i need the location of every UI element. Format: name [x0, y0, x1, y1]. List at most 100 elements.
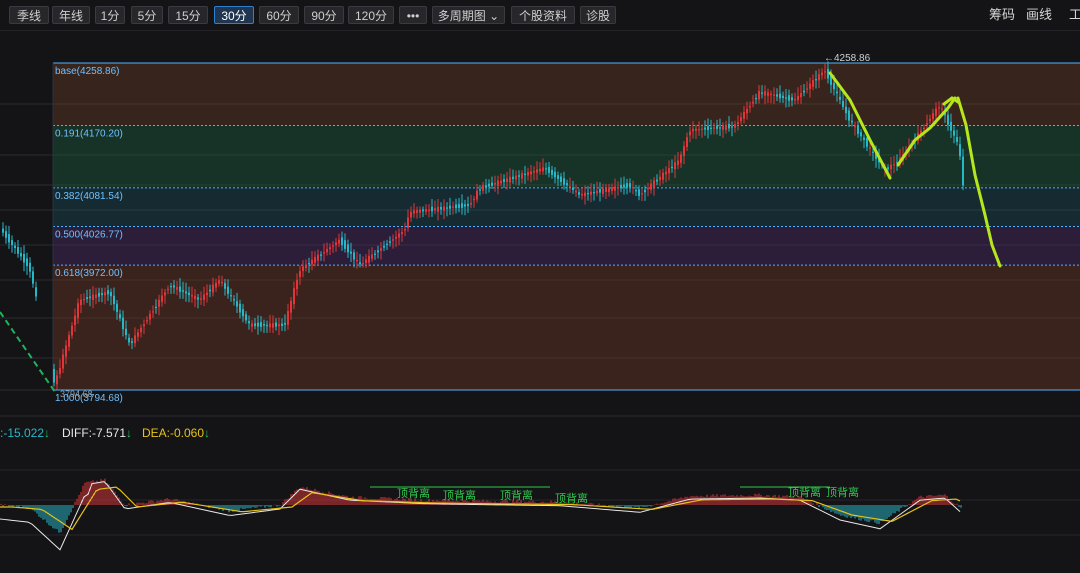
candle-body	[785, 97, 787, 99]
candle-body	[584, 192, 586, 197]
down-arrow-icon: ↓	[44, 426, 51, 440]
candle-body	[530, 171, 532, 175]
candle-body	[248, 321, 250, 324]
high-price-marker: ←4258.86	[824, 53, 871, 64]
candle-body	[473, 198, 475, 201]
candle-body	[98, 292, 100, 297]
candle-body	[506, 178, 508, 183]
candle-body	[797, 95, 799, 101]
candle-body	[593, 192, 595, 194]
candle-body	[404, 229, 406, 231]
candle-body	[359, 262, 361, 265]
candle-body	[443, 206, 445, 211]
candle-body	[635, 190, 637, 192]
candle-body	[824, 71, 826, 73]
candle-body	[215, 282, 217, 288]
down-arrow-icon: ↓	[204, 426, 211, 440]
trend-line-dashed	[0, 311, 56, 393]
candle-body	[809, 83, 811, 89]
candle-body	[821, 72, 823, 76]
candle-body	[554, 171, 556, 178]
candle-body	[254, 323, 256, 327]
candle-body	[656, 179, 658, 182]
candle-body	[185, 291, 187, 294]
candle-body	[773, 94, 775, 96]
candle-body	[860, 132, 862, 137]
candle-body	[383, 245, 385, 248]
candle-body	[818, 74, 820, 81]
candle-body	[83, 298, 85, 301]
candle-body	[11, 240, 13, 246]
candle-body	[137, 332, 139, 337]
candle-body	[17, 247, 19, 254]
candle-body	[398, 233, 400, 238]
candle-body	[623, 184, 625, 188]
candle-body	[242, 309, 244, 317]
candle-body	[665, 171, 667, 175]
candle-body	[173, 285, 175, 288]
down-arrow-icon: ↓	[126, 426, 133, 440]
candle-body	[434, 208, 436, 211]
candle-body	[290, 300, 292, 313]
candle-body	[953, 130, 955, 136]
candle-body	[497, 180, 499, 186]
candle-body	[410, 211, 412, 218]
candle-body	[104, 292, 106, 296]
candle-body	[755, 97, 757, 100]
candle-body	[746, 108, 748, 114]
candle-body	[251, 323, 253, 327]
candle-body	[674, 162, 676, 170]
fib-zone	[53, 63, 1080, 126]
candle-body	[743, 112, 745, 119]
candle-body	[287, 311, 289, 325]
candle-body	[374, 253, 376, 255]
candle-body	[701, 128, 703, 130]
candle-body	[239, 303, 241, 313]
candle-body	[704, 127, 706, 130]
candle-body	[479, 189, 481, 191]
candle-body	[176, 287, 178, 290]
candle-body	[626, 183, 628, 188]
candle-body	[311, 259, 313, 265]
candle-body	[62, 354, 64, 369]
candle-body	[749, 105, 751, 108]
candle-body	[686, 137, 688, 147]
candle-body	[59, 367, 61, 374]
candle-body	[392, 239, 394, 241]
candle-body	[347, 244, 349, 253]
candle-body	[482, 184, 484, 191]
candle-body	[692, 128, 694, 132]
candle-body	[20, 253, 22, 257]
candle-body	[377, 250, 379, 253]
candle-body	[293, 288, 295, 304]
candle-body	[959, 144, 961, 157]
candle-body	[362, 263, 364, 265]
candle-body	[857, 125, 859, 134]
candle-body	[335, 242, 337, 246]
candle-body	[491, 182, 493, 186]
candle-body	[515, 175, 517, 180]
candle-body	[512, 176, 514, 179]
candle-body	[950, 121, 952, 131]
fib-zone	[53, 265, 1080, 390]
candle-body	[653, 180, 655, 188]
candle-body	[305, 264, 307, 269]
candle-body	[782, 95, 784, 98]
candle-body	[71, 325, 73, 336]
candle-body	[812, 79, 814, 87]
candle-body	[182, 290, 184, 292]
candle-body	[212, 284, 214, 293]
candle-body	[326, 248, 328, 253]
candle-body	[458, 204, 460, 208]
candle-body	[926, 123, 928, 125]
candle-body	[815, 79, 817, 81]
kline-chart[interactable]: base(4258.86) 0.191(4170.20) 0.382(4081.54…	[0, 0, 1080, 573]
candle-body	[230, 295, 232, 297]
candle-body	[341, 237, 343, 246]
candle-body	[578, 192, 580, 195]
candle-body	[14, 245, 16, 249]
candle-body	[695, 128, 697, 131]
candle-body	[854, 126, 856, 128]
candle-body	[713, 127, 715, 129]
candle-body	[524, 173, 526, 176]
